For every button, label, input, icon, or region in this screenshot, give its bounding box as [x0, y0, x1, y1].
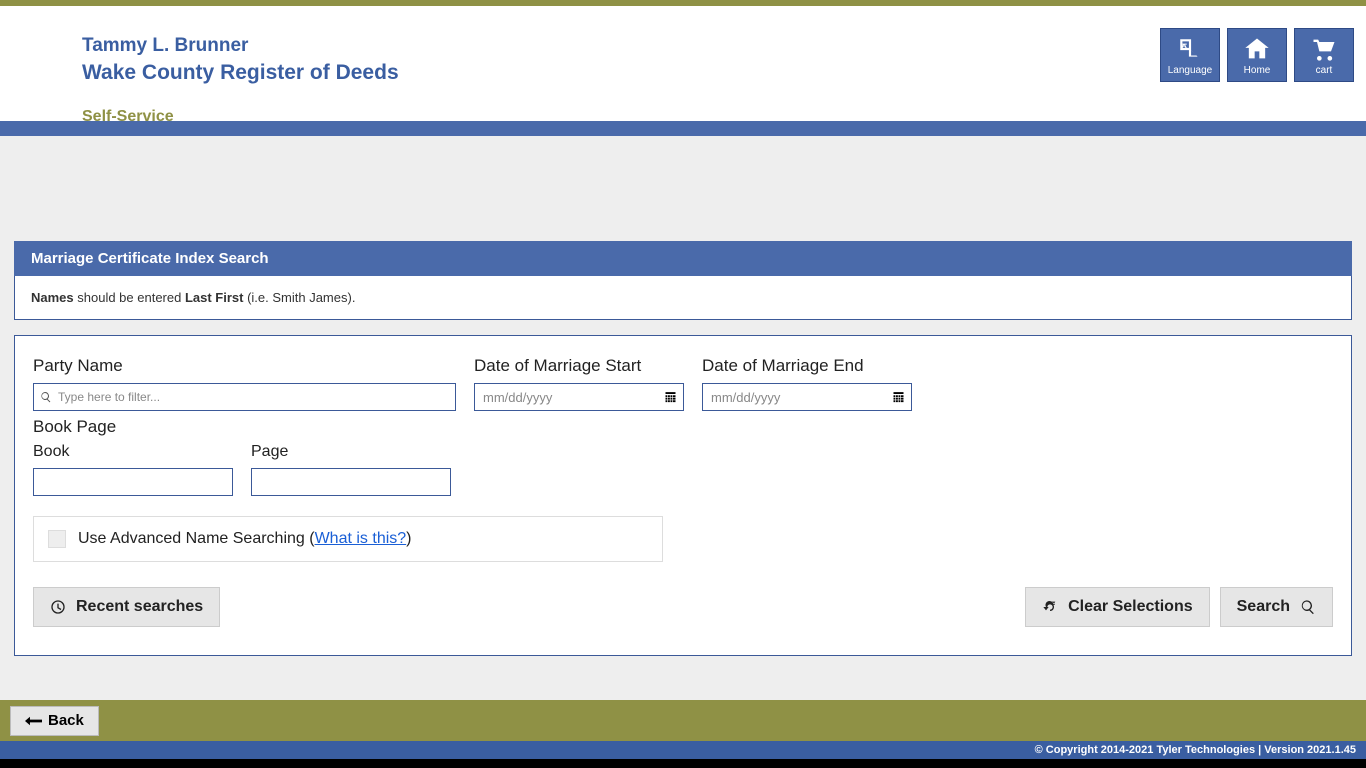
date-end-field: Date of Marriage End [702, 356, 912, 411]
bookpage-section-label: Book Page [33, 417, 456, 437]
advanced-suffix: ) [406, 530, 411, 548]
advanced-search-option: Use Advanced Name Searching (What is thi… [33, 516, 663, 562]
arrow-left-icon [25, 716, 42, 726]
calendar-icon[interactable] [663, 389, 678, 404]
note-bold-names: Names [31, 290, 74, 305]
advanced-checkbox[interactable] [48, 530, 66, 548]
language-label: Language [1168, 65, 1213, 76]
search-button[interactable]: Search [1220, 587, 1333, 627]
page-input[interactable] [251, 468, 451, 496]
date-start-label: Date of Marriage Start [474, 356, 684, 376]
page-header: Tammy L. Brunner Wake County Register of… [0, 6, 1366, 121]
back-button[interactable]: Back [10, 706, 99, 736]
search-form: Party Name Book Page Date of Marriage St… [14, 335, 1352, 656]
search-panel-title: Marriage Certificate Index Search [14, 241, 1352, 276]
advanced-prefix: Use Advanced Name Searching ( [78, 530, 315, 548]
self-service-label: Self-Service [82, 108, 1366, 126]
party-name-input[interactable] [33, 383, 456, 411]
header-actions: Language Home cart [1160, 28, 1354, 82]
page-field: Page [251, 443, 451, 496]
what-is-this-link[interactable]: What is this? [315, 530, 407, 548]
clock-icon [50, 599, 66, 615]
recent-searches-button[interactable]: Recent searches [33, 587, 220, 627]
date-end-input[interactable] [702, 383, 912, 411]
note-mid: should be entered [74, 290, 185, 305]
search-button-label: Search [1237, 598, 1290, 616]
footer-copyright: © Copyright 2014-2021 Tyler Technologies… [0, 741, 1366, 759]
cart-label: cart [1316, 65, 1333, 76]
language-button[interactable]: Language [1160, 28, 1220, 82]
book-input[interactable] [33, 468, 233, 496]
date-start-input[interactable] [474, 383, 684, 411]
footer-bar: Back [0, 700, 1366, 741]
date-start-field: Date of Marriage Start [474, 356, 684, 411]
refresh-icon [1042, 599, 1058, 615]
party-name-label: Party Name [33, 356, 456, 376]
calendar-icon[interactable] [891, 389, 906, 404]
book-field: Book [33, 443, 233, 496]
language-icon [1177, 34, 1203, 64]
home-label: Home [1244, 65, 1271, 76]
search-icon [40, 391, 52, 403]
cart-button[interactable]: cart [1294, 28, 1354, 82]
date-end-label: Date of Marriage End [702, 356, 912, 376]
note-suffix: (i.e. Smith James). [243, 290, 355, 305]
book-label: Book [33, 443, 233, 461]
home-button[interactable]: Home [1227, 28, 1287, 82]
back-label: Back [48, 712, 84, 729]
page-label: Page [251, 443, 451, 461]
home-icon [1243, 34, 1271, 64]
party-name-field: Party Name Book Page [33, 356, 456, 437]
note-bold-lastfirst: Last First [185, 290, 244, 305]
clear-selections-button[interactable]: Clear Selections [1025, 587, 1210, 627]
cart-icon [1310, 34, 1338, 64]
clear-selections-label: Clear Selections [1068, 598, 1193, 616]
search-icon [1300, 599, 1316, 615]
footer-bottom-strip [0, 759, 1366, 768]
search-panel-note: Names should be entered Last First (i.e.… [14, 276, 1352, 320]
recent-searches-label: Recent searches [76, 598, 203, 616]
